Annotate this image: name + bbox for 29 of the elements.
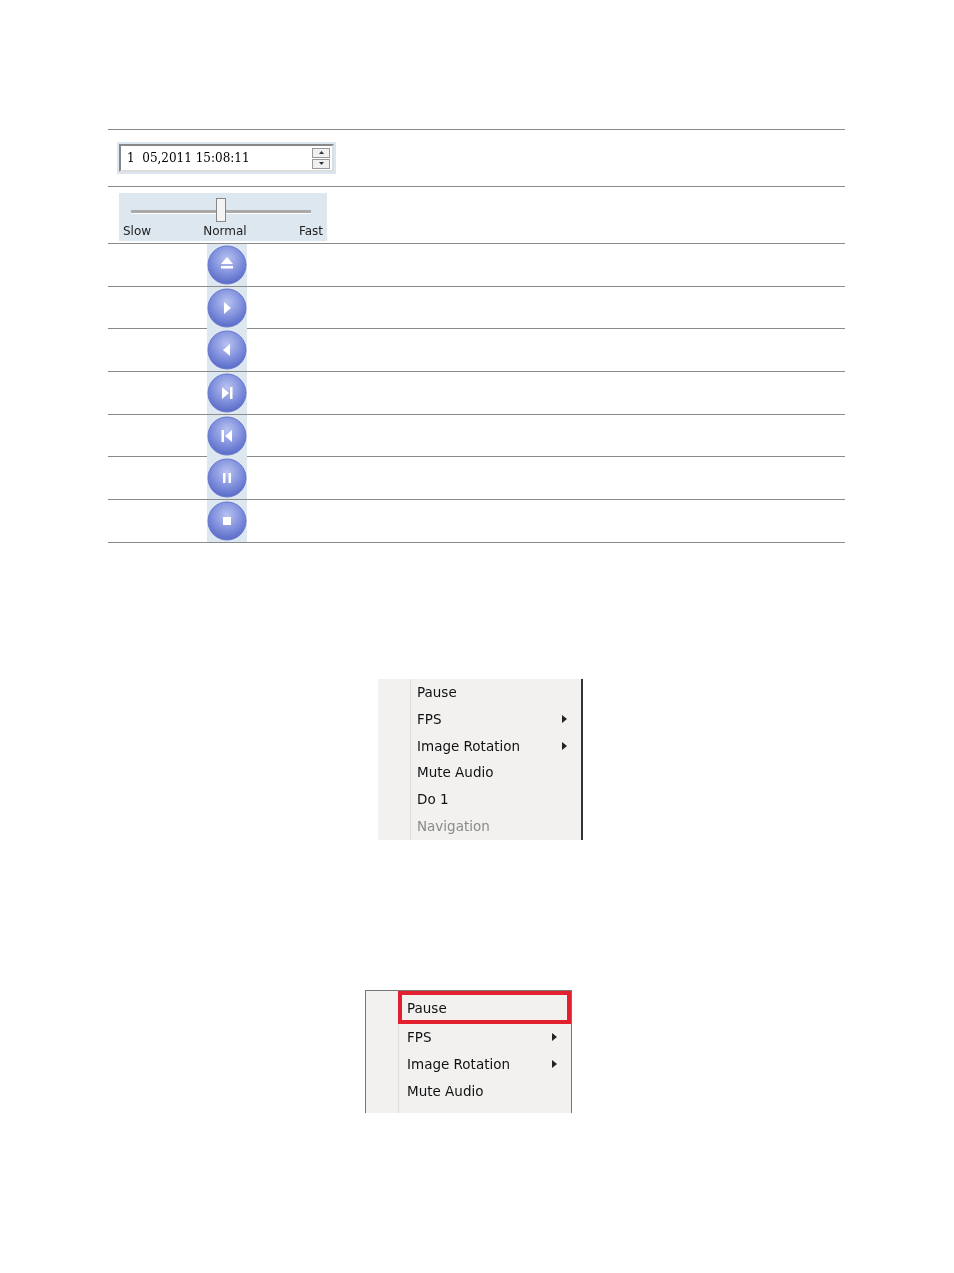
- eject-button[interactable]: [207, 243, 247, 286]
- menu-item[interactable]: Pause: [398, 991, 571, 1024]
- menu-item[interactable]: Image Rotation: [366, 1050, 571, 1078]
- submenu-arrow-icon: [562, 741, 567, 750]
- submenu-arrow-icon: [562, 715, 567, 724]
- menu-item[interactable]: Do 1: [378, 785, 581, 813]
- pause-button[interactable]: [207, 457, 247, 500]
- datetime-field[interactable]: 1 05,2011 15:08:11: [119, 144, 334, 172]
- menu-item[interactable]: Mute Audio: [366, 1077, 571, 1105]
- menu-item[interactable]: Image Rotation: [378, 732, 581, 760]
- stop-button[interactable]: [207, 499, 247, 542]
- step-back-button[interactable]: [207, 414, 247, 457]
- slider-label: Slow: [123, 224, 152, 238]
- play-button[interactable]: [207, 286, 247, 329]
- menu-item[interactable]: Mute Audio: [378, 759, 581, 786]
- slider-label: Fast: [298, 224, 323, 238]
- menu-item[interactable]: FPS: [366, 1024, 571, 1051]
- slider-label: Normal: [203, 224, 247, 238]
- speed-slider[interactable]: Slow Normal Fast: [119, 193, 327, 241]
- menu-item[interactable]: Pause: [378, 679, 581, 706]
- spin-down-button[interactable]: [312, 158, 330, 169]
- menu-item[interactable]: FPS: [378, 705, 581, 733]
- submenu-arrow-icon: [552, 1060, 557, 1069]
- step-forward-button[interactable]: [207, 371, 247, 414]
- reverse-play-button[interactable]: [207, 329, 247, 372]
- spin-up-button[interactable]: [312, 147, 330, 158]
- down-arrow-icon: [318, 162, 324, 165]
- up-arrow-icon: [318, 151, 324, 154]
- submenu-arrow-icon: [552, 1033, 557, 1042]
